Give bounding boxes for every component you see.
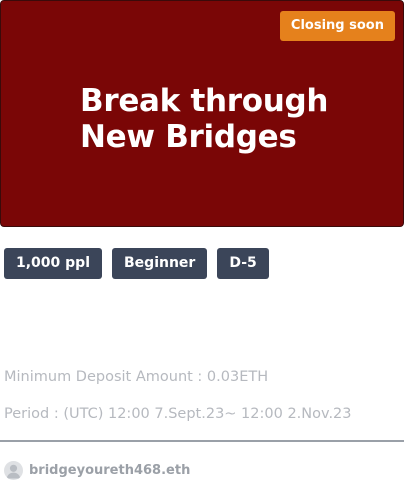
divider	[0, 440, 404, 442]
closing-soon-badge: Closing soon	[279, 11, 395, 41]
level-tag: Beginner	[112, 248, 208, 279]
owner-info[interactable]: bridgeyoureth468.eth	[4, 461, 190, 480]
hero-title: Break through New Bridges	[80, 83, 329, 155]
participants-tag: 1,000 ppl	[4, 248, 102, 279]
user-avatar-icon	[4, 461, 23, 480]
deadline-tag: D-5	[217, 248, 269, 279]
hero-banner[interactable]: Break through New Bridges Closing soon	[0, 0, 404, 227]
minimum-deposit-text: Minimum Deposit Amount : 0.03ETH	[4, 369, 269, 385]
campaign-card[interactable]: Break through New Bridges Closing soon 1…	[0, 0, 404, 482]
tag-list: 1,000 ppl Beginner D-5	[4, 248, 269, 279]
period-text: Period : (UTC) 12:00 7.Sept.23~ 12:00 2.…	[4, 406, 352, 422]
owner-name[interactable]: bridgeyoureth468.eth	[29, 461, 190, 480]
